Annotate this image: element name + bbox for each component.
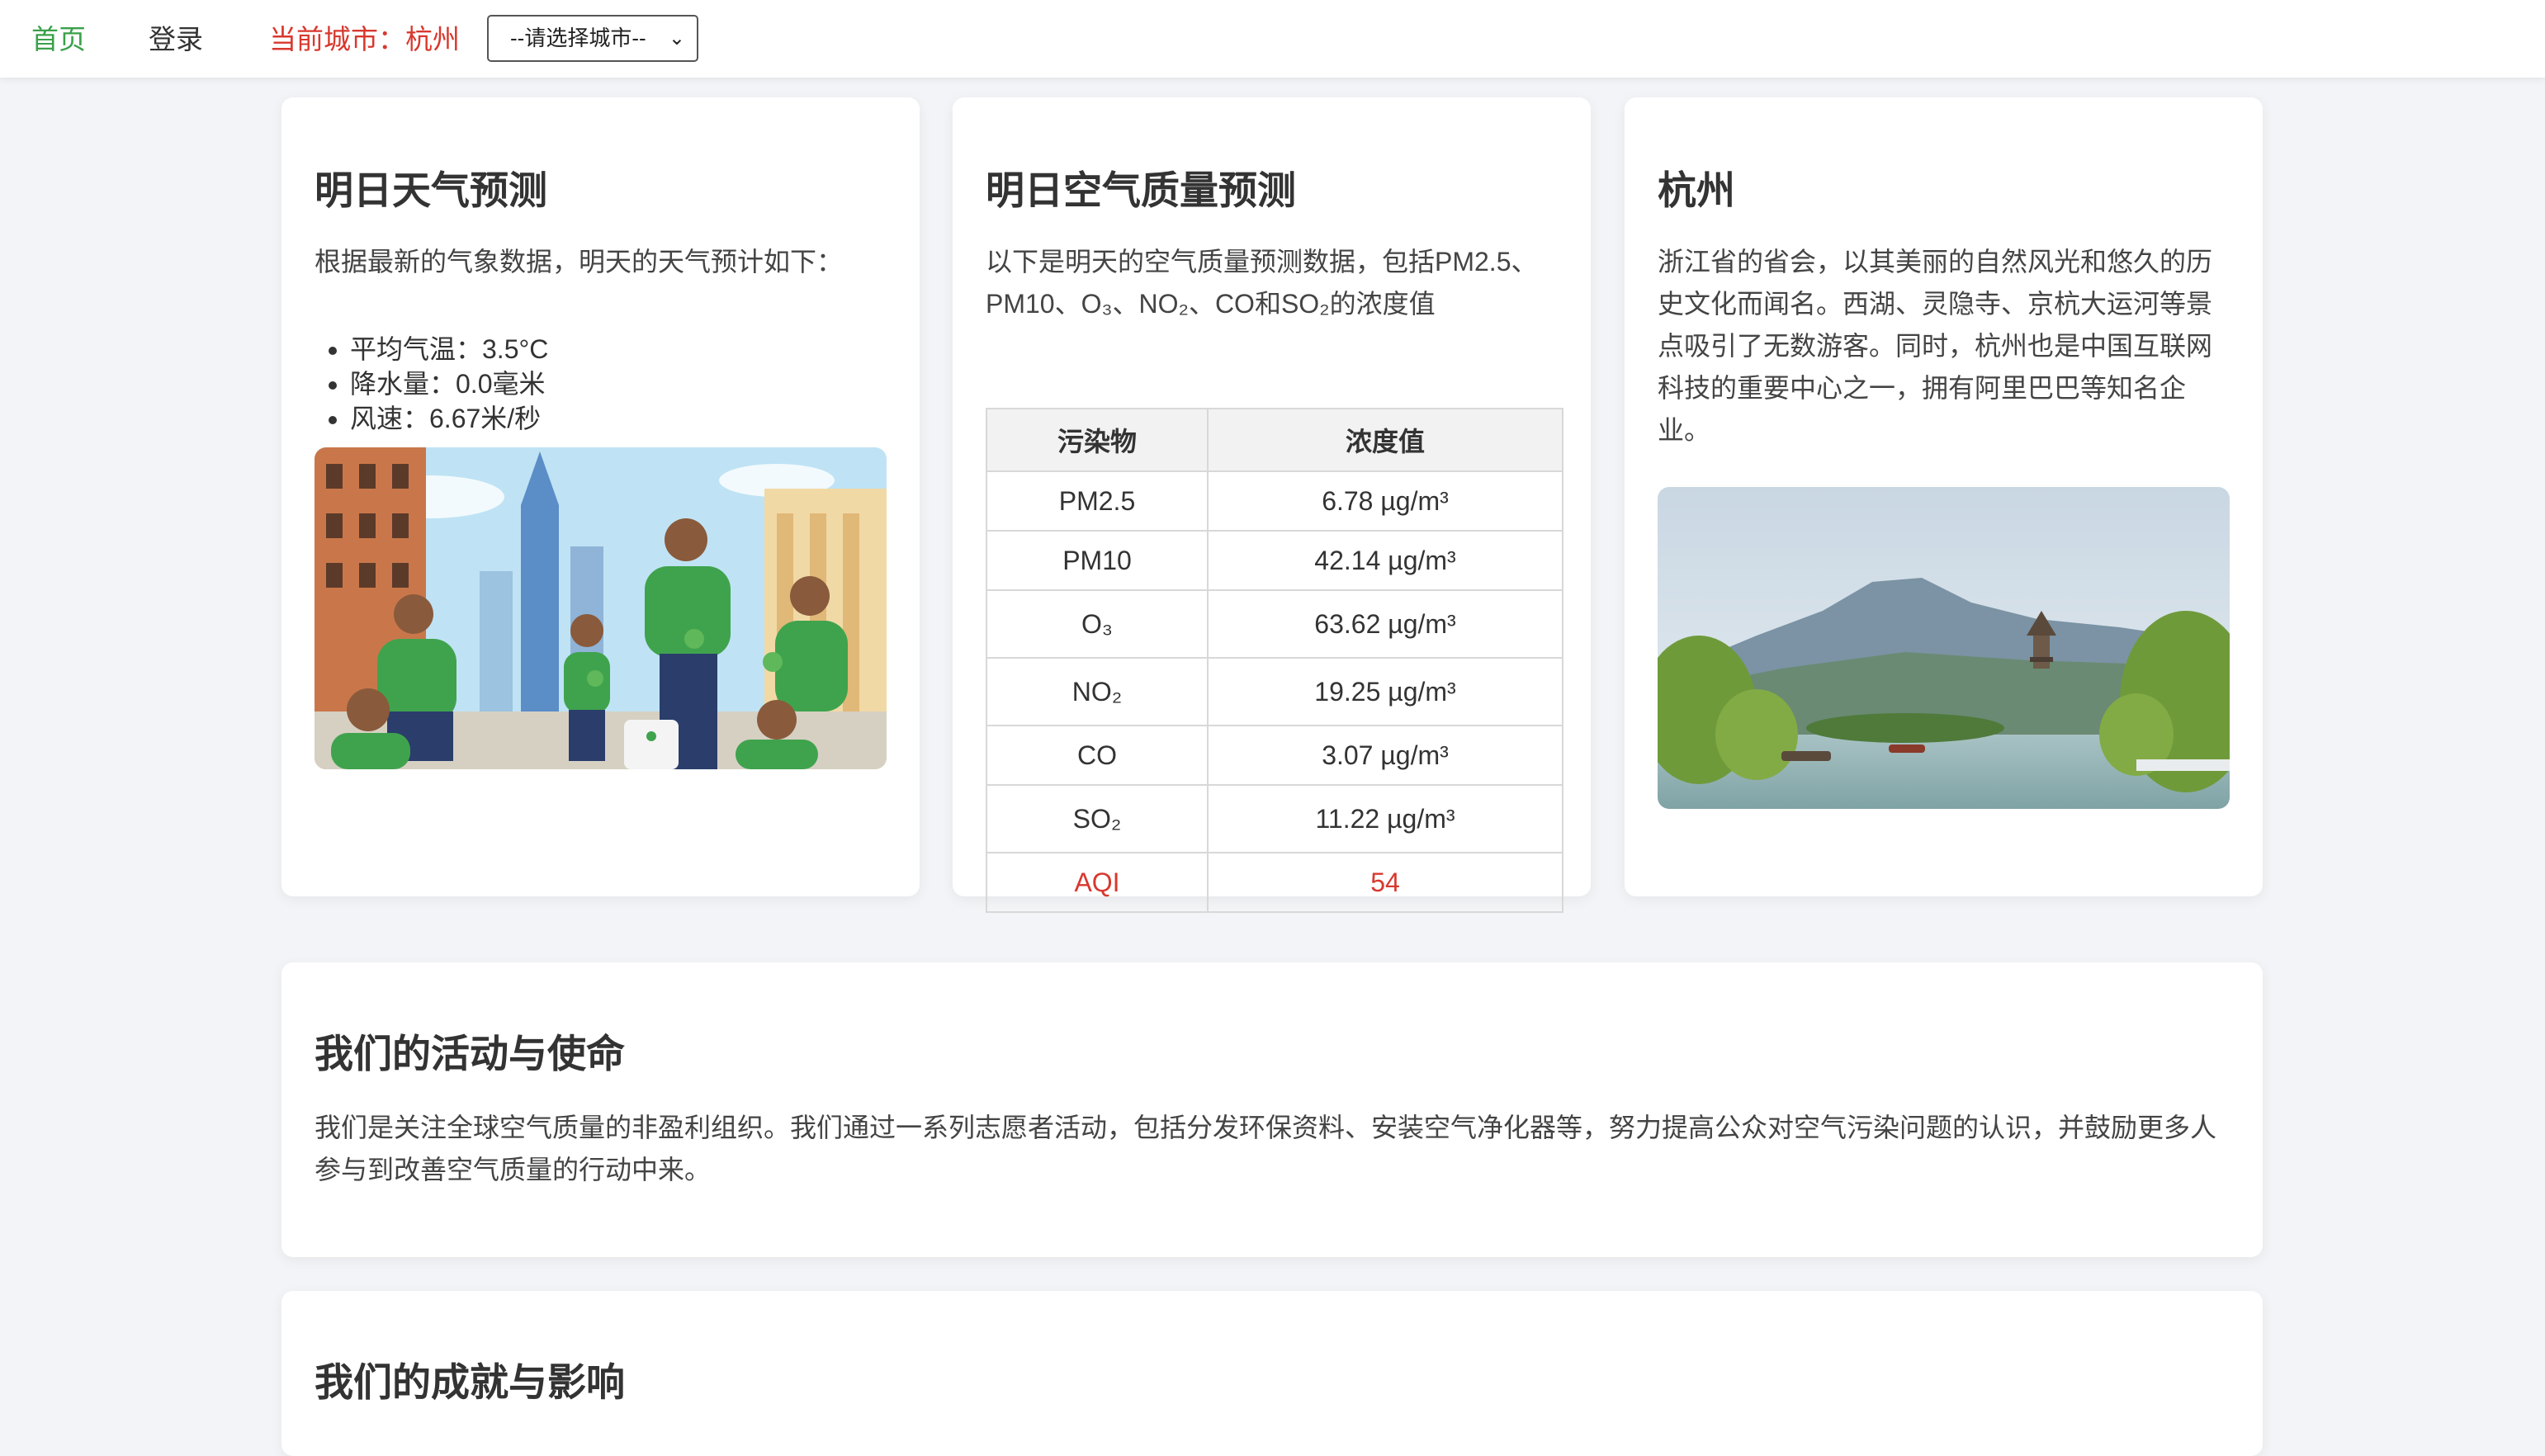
table-row: O₃ 63.62 µg/m³ <box>986 589 1563 659</box>
aqi-row: AQI 54 <box>986 852 1563 913</box>
pollutant-value: 6.78 µg/m³ <box>1207 470 1563 532</box>
weather-item-wind: 风速：6.67米/秒 <box>350 401 548 436</box>
nav-login-link[interactable]: 登录 <box>149 21 203 58</box>
pollutant-value: 63.62 µg/m³ <box>1207 589 1563 659</box>
top-nav-bar: 首页 登录 当前城市：杭州 --请选择城市-- ⌄ <box>0 0 2545 78</box>
table-row: PM10 42.14 µg/m³ <box>986 530 1563 591</box>
city-select-value: --请选择城市-- <box>510 26 646 50</box>
header-pollutant: 污染物 <box>986 408 1209 472</box>
air-quality-card: 明日空气质量预测 以下是明天的空气质量预测数据，包括PM2.5、 PM10、O₃… <box>953 97 1591 913</box>
achievements-card: 我们的成就与影响 <box>281 1291 2263 1456</box>
volunteers-illustration <box>315 447 887 769</box>
mission-title: 我们的活动与使命 <box>315 1032 625 1075</box>
city-desc-line2: 史文化而闻名。西湖、灵隐寺、京杭大运河等景 <box>1658 289 2213 319</box>
table-header-row: 污染物 浓度值 <box>986 408 1563 472</box>
pollutant-name: PM10 <box>986 530 1209 591</box>
pollutant-name: PM2.5 <box>986 470 1209 532</box>
mission-text-line2: 参与到改善空气质量的行动中来。 <box>315 1155 712 1184</box>
nav-home-link[interactable]: 首页 <box>31 21 86 58</box>
air-quality-intro-line2: PM10、O₃、NO₂、CO和SO₂的浓度值 <box>986 289 1436 319</box>
weather-intro: 根据最新的气象数据，明天的天气预计如下： <box>315 247 844 277</box>
pollutant-name: CO <box>986 725 1209 786</box>
pollutant-value: 42.14 µg/m³ <box>1207 530 1563 591</box>
pollutant-value: 3.07 µg/m³ <box>1207 725 1563 786</box>
air-quality-table: 污染物 浓度值 PM2.5 6.78 µg/m³ PM10 42.14 µg/m³ … <box>986 408 1563 913</box>
weather-item-precipitation: 降水量：0.0毫米 <box>350 366 548 401</box>
city-desc-line1: 浙江省的省会，以其美丽的自然风光和悠久的历 <box>1658 247 2213 277</box>
aqi-label: AQI <box>986 852 1209 913</box>
pollutant-name: NO₂ <box>986 657 1209 726</box>
achievements-title: 我们的成就与影响 <box>315 1360 625 1404</box>
chevron-down-icon: ⌄ <box>668 27 685 50</box>
current-city-label: 当前城市：杭州 <box>269 24 460 54</box>
city-title: 杭州 <box>1658 168 1735 212</box>
pollutant-name: O₃ <box>986 589 1209 659</box>
city-desc-line4: 科技的重要中心之一，拥有阿里巴巴等知名企 <box>1658 373 2187 403</box>
air-quality-intro-line1: 以下是明天的空气质量预测数据，包括PM2.5、 <box>986 247 1538 277</box>
table-row: SO₂ 11.22 µg/m³ <box>986 784 1563 853</box>
header-concentration: 浓度值 <box>1207 408 1563 472</box>
pollutant-value: 11.22 µg/m³ <box>1207 784 1563 853</box>
table-row: NO₂ 19.25 µg/m³ <box>986 657 1563 726</box>
city-photo <box>1658 487 2230 809</box>
weather-list: 平均气温：3.5°C 降水量：0.0毫米 风速：6.67米/秒 <box>320 332 548 436</box>
table-row: CO 3.07 µg/m³ <box>986 725 1563 786</box>
city-card: 杭州 浙江省的省会，以其美丽的自然风光和悠久的历 史文化而闻名。西湖、灵隐寺、京… <box>1625 97 2263 896</box>
pollutant-value: 19.25 µg/m³ <box>1207 657 1563 726</box>
weather-title: 明日天气预测 <box>315 168 547 212</box>
pollutant-name: SO₂ <box>986 784 1209 853</box>
mission-card: 我们的活动与使命 我们是关注全球空气质量的非盈利组织。我们通过一系列志愿者活动，… <box>281 962 2263 1257</box>
mission-text-line1: 我们是关注全球空气质量的非盈利组织。我们通过一系列志愿者活动，包括分发环保资料、… <box>315 1113 2217 1142</box>
city-desc-line3: 点吸引了无数游客。同时，杭州也是中国互联网 <box>1658 331 2213 361</box>
air-quality-title: 明日空气质量预测 <box>986 168 1296 212</box>
weather-card: 明日天气预测 根据最新的气象数据，明天的天气预计如下： 平均气温：3.5°C 降… <box>281 97 920 896</box>
city-desc-line5: 业。 <box>1658 415 1711 445</box>
city-select[interactable]: --请选择城市-- ⌄ <box>487 15 698 62</box>
table-row: PM2.5 6.78 µg/m³ <box>986 470 1563 532</box>
aqi-value: 54 <box>1207 852 1563 913</box>
weather-item-temperature: 平均气温：3.5°C <box>350 332 548 366</box>
